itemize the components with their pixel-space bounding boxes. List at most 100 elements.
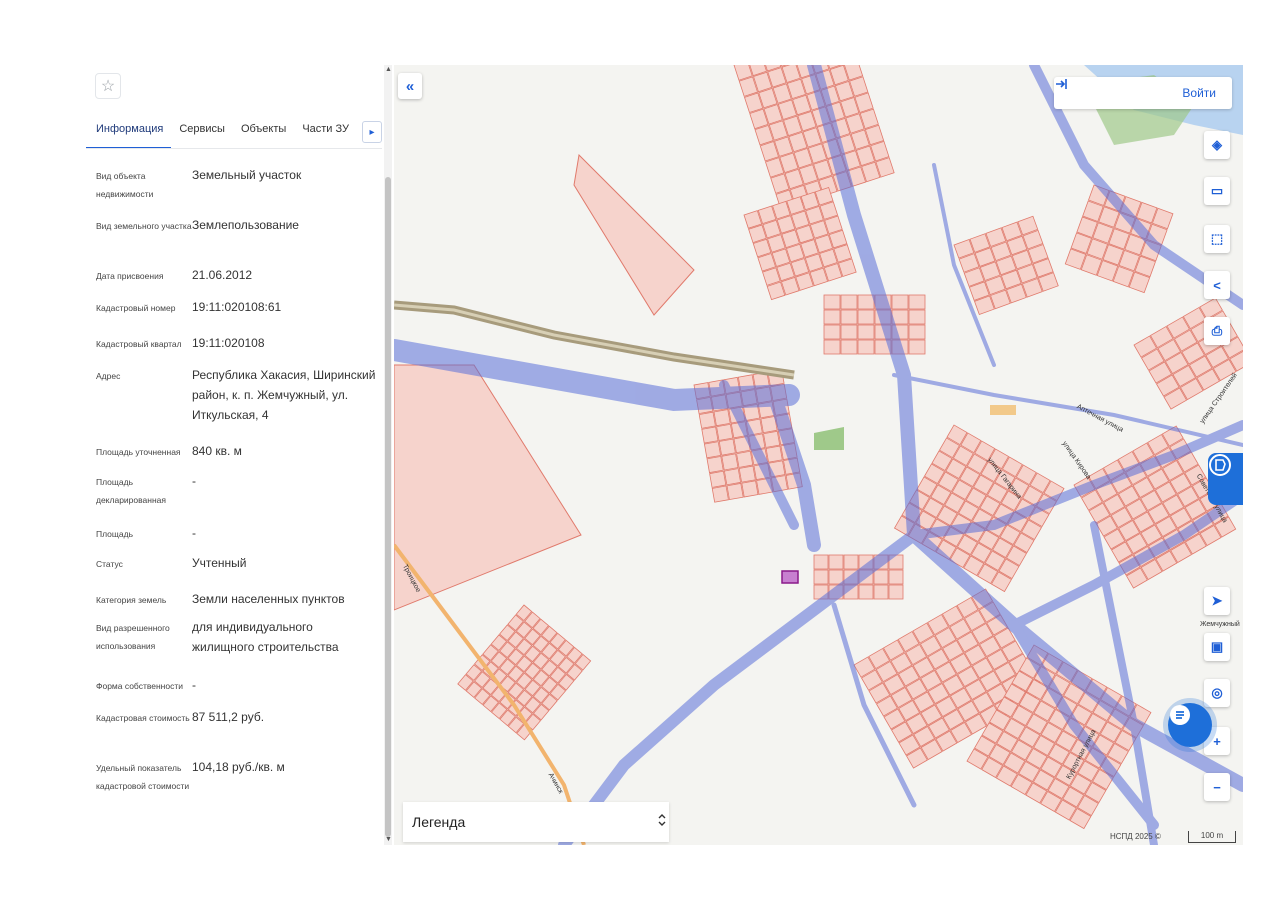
area-select-icon: ⬚ <box>1210 231 1224 246</box>
park-area <box>814 427 844 450</box>
zoom-in-icon: + <box>1213 733 1221 749</box>
minimap-icon: ▣ <box>1210 639 1224 654</box>
parcel[interactable] <box>823 294 841 310</box>
parcel[interactable] <box>843 554 859 570</box>
tab-services[interactable]: Сервисы <box>171 113 233 148</box>
parcel[interactable] <box>698 411 716 429</box>
parcel[interactable] <box>709 470 727 488</box>
double-chevron-left-icon: « <box>405 77 415 95</box>
field-label: Вид объекта недвижимости <box>96 171 154 199</box>
field-label: Вид земельного участка <box>96 221 192 231</box>
parcel[interactable] <box>888 584 904 600</box>
collapse-panel-button[interactable]: « <box>398 73 422 99</box>
parcel[interactable] <box>840 339 858 355</box>
layers-icon: ◈ <box>1212 137 1222 152</box>
star-outline-icon: ☆ <box>100 78 116 95</box>
tab-objects[interactable]: Объекты <box>233 113 294 148</box>
field-label: Категория земель <box>96 595 167 605</box>
parcel[interactable] <box>908 309 926 325</box>
parcel[interactable] <box>721 453 739 471</box>
scroll-up-icon[interactable]: ▲ <box>385 66 392 73</box>
parcel[interactable] <box>823 324 841 340</box>
parcel[interactable] <box>741 480 759 498</box>
minimap-button[interactable]: ▣ <box>1204 633 1230 661</box>
field-row: Дата присвоения 21.06.2012 <box>96 265 376 297</box>
parcel[interactable] <box>873 569 889 585</box>
field-value: 21.06.2012 <box>192 268 253 282</box>
field-label: Кадастровый номер <box>96 303 176 313</box>
parcel[interactable] <box>908 324 926 340</box>
info-tabs: Информация Сервисы Объекты Части ЗУ Сост… <box>86 113 382 149</box>
field-row: Адрес Республика Хакасия, Ширинский район… <box>96 365 376 441</box>
parcel[interactable] <box>891 294 909 310</box>
parcel[interactable] <box>857 324 875 340</box>
field-label: Площадь <box>96 529 134 539</box>
legend-dropdown[interactable]: Легенда <box>403 802 669 842</box>
field-row: Вид земельного участка Землепользование <box>96 215 376 265</box>
tabs-next-button[interactable]: ▸ <box>362 121 382 143</box>
share-button[interactable]: < <box>1204 271 1230 299</box>
print-button[interactable]: ⎙ <box>1204 317 1230 345</box>
login-button[interactable]: Войти <box>1054 77 1232 109</box>
parcel[interactable] <box>738 465 756 483</box>
parcel[interactable] <box>765 445 783 463</box>
field-row: Площадь декларированная - <box>96 471 376 523</box>
chat-button[interactable] <box>1168 703 1212 747</box>
parcel[interactable] <box>706 455 724 474</box>
legend-label: Легенда <box>412 814 466 830</box>
parcel[interactable] <box>716 423 734 441</box>
parcel[interactable] <box>840 309 858 325</box>
tab-information[interactable]: Информация <box>86 113 172 148</box>
scroll-thumb[interactable] <box>385 177 391 837</box>
tab-parts[interactable]: Части ЗУ <box>294 113 357 148</box>
locality-zhemchuzhny: Жемчужный <box>1200 621 1240 628</box>
parcel[interactable] <box>873 584 889 600</box>
parcel[interactable] <box>823 339 841 355</box>
parcel[interactable] <box>888 569 904 585</box>
parcel[interactable] <box>726 482 744 501</box>
parcel[interactable] <box>828 569 844 585</box>
parcel[interactable] <box>908 294 926 310</box>
locate-button[interactable]: ➤ <box>1204 587 1230 615</box>
parcel[interactable] <box>723 468 742 486</box>
cadastral-map[interactable]: Троицкое Ачинск Аптечная улица улица Кир… <box>394 65 1243 845</box>
parcel[interactable] <box>813 569 829 585</box>
parcel[interactable] <box>701 426 719 444</box>
scroll-down-icon[interactable]: ▼ <box>385 836 392 843</box>
large-parcel <box>394 364 582 611</box>
ruler-button[interactable]: ▭ <box>1204 177 1230 205</box>
parcel[interactable] <box>857 294 875 310</box>
field-label: Дата присвоения <box>96 271 164 281</box>
pin-search-button[interactable]: ◎ <box>1204 679 1230 707</box>
field-row: Площадь - <box>96 523 376 553</box>
panel-scrollbar[interactable]: ▲ ▼ <box>384 65 392 845</box>
parcel[interactable] <box>908 339 926 355</box>
favorite-button[interactable]: ☆ <box>95 73 121 99</box>
parcel[interactable] <box>823 309 841 325</box>
parcel[interactable] <box>813 554 829 570</box>
document-check-button[interactable] <box>1208 453 1243 505</box>
field-value: 87 511,2 руб. <box>192 710 265 724</box>
parcel[interactable] <box>857 339 875 355</box>
selected-parcel[interactable] <box>781 570 799 584</box>
map-canvas[interactable] <box>394 65 1243 845</box>
layers-button[interactable]: ◈ <box>1204 131 1230 159</box>
field-row: Кадастровый квартал 19:11:020108 <box>96 333 376 365</box>
area-select-button[interactable]: ⬚ <box>1204 225 1230 253</box>
parcel[interactable] <box>840 294 858 310</box>
parcel[interactable] <box>703 441 722 459</box>
field-value: 19:11:020108:61 <box>192 300 282 314</box>
zoom-out-button[interactable]: − <box>1204 773 1230 801</box>
field-label: Удельный показатель кадастровой стоимост… <box>96 763 190 791</box>
parcel[interactable] <box>840 324 858 340</box>
parcel[interactable] <box>736 450 754 468</box>
parcel[interactable] <box>763 430 781 448</box>
parcel[interactable] <box>718 438 736 456</box>
parcel[interactable] <box>828 554 844 570</box>
parcel[interactable] <box>713 409 731 427</box>
field-label: Вид разрешенного использования <box>96 623 170 651</box>
login-label: Войти <box>1182 86 1216 100</box>
parcel[interactable] <box>857 309 875 325</box>
parcel[interactable] <box>858 584 874 600</box>
parcel[interactable] <box>711 485 729 503</box>
